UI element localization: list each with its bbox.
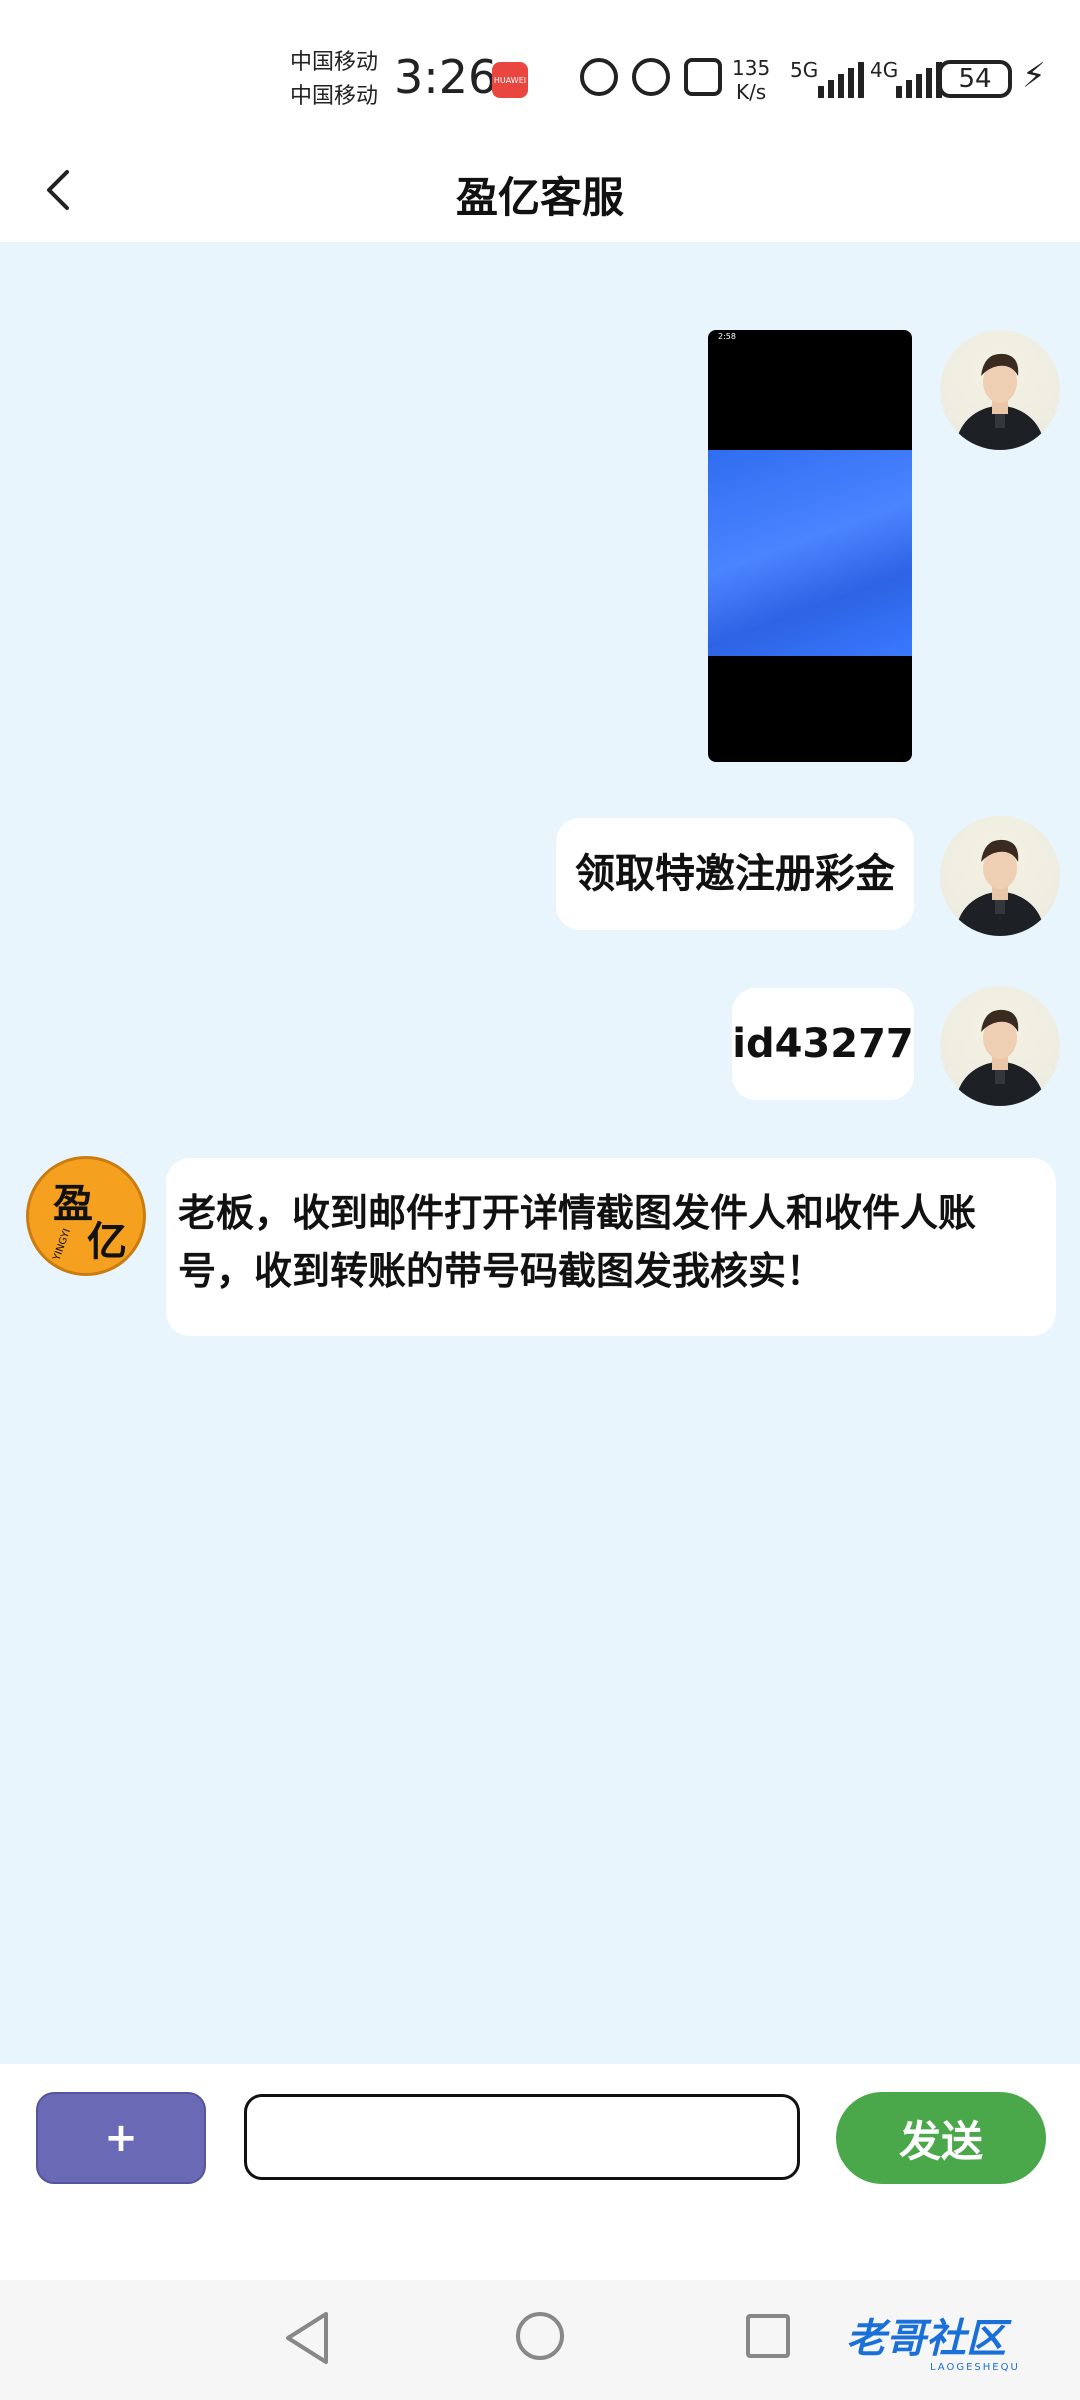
- watermark-sub: LAOGESHEQU: [930, 2362, 1020, 2373]
- user-avatar[interactable]: [940, 816, 1060, 936]
- agent-message-bubble[interactable]: 老板，收到邮件打开详情截图发件人和收件人账号，收到转账的带号码截图发我核实！: [166, 1158, 1056, 1336]
- status-bar: 中国移动 中国移动 3:26 HUAWEI 135 K/s 5G 4G 54 ⚡: [0, 0, 1080, 150]
- charging-bolt-icon: ⚡: [1022, 56, 1046, 96]
- nav-recents-icon[interactable]: [746, 2314, 790, 2358]
- signal-4g-label: 4G: [870, 58, 899, 82]
- attach-button[interactable]: +: [36, 2092, 206, 2184]
- watermark-logo: 老哥社区: [846, 2316, 1006, 2362]
- nav-back-icon[interactable]: [282, 2310, 332, 2370]
- signal-bars-icon: [896, 62, 942, 98]
- user-avatar[interactable]: [940, 330, 1060, 450]
- status-time: 3:26: [394, 50, 498, 104]
- agent-logo-sub: YINGYI: [51, 1227, 73, 1263]
- network-speed: 135 K/s: [732, 56, 771, 104]
- agent-logo-text-2: 亿: [87, 1219, 127, 1265]
- image-thumbnail-caption: 2:58: [718, 332, 736, 341]
- system-nav-bar: 老哥社区 LAOGESHEQU: [0, 2280, 1080, 2400]
- signal-bars-icon: [818, 62, 864, 98]
- carrier-1: 中国移动: [290, 50, 379, 75]
- huawei-app-icon: HUAWEI: [492, 62, 528, 98]
- signal-5g-label: 5G: [790, 58, 819, 82]
- nav-home-icon[interactable]: [516, 2312, 564, 2360]
- user-avatar[interactable]: [940, 986, 1060, 1106]
- agent-avatar[interactable]: 盈 亿 YINGYI: [26, 1156, 146, 1276]
- user-message-bubble[interactable]: 领取特邀注册彩金: [556, 818, 914, 930]
- page-title: 盈亿客服: [455, 173, 624, 222]
- image-thumbnail: [708, 450, 912, 656]
- chat-messages[interactable]: 2:58 领取特邀注册彩金 id43277 盈 亿 YINGYI 老板，收到邮件…: [0, 242, 1080, 2064]
- battery-icon: 54: [938, 60, 1012, 98]
- carrier-2: 中国移动: [290, 84, 379, 109]
- data-saver-icon: [580, 58, 618, 96]
- alarm-icon: [632, 58, 670, 96]
- carrier-labels: 中国移动 中国移动: [290, 46, 378, 114]
- input-bar: + 发送: [0, 2064, 1080, 2280]
- message-input[interactable]: [244, 2094, 800, 2180]
- chat-header: 盈亿客服: [0, 150, 1080, 242]
- mute-bell-icon: [684, 58, 722, 96]
- user-message-bubble[interactable]: id43277: [732, 988, 914, 1100]
- send-button[interactable]: 发送: [836, 2092, 1046, 2184]
- image-message[interactable]: 2:58: [708, 330, 912, 762]
